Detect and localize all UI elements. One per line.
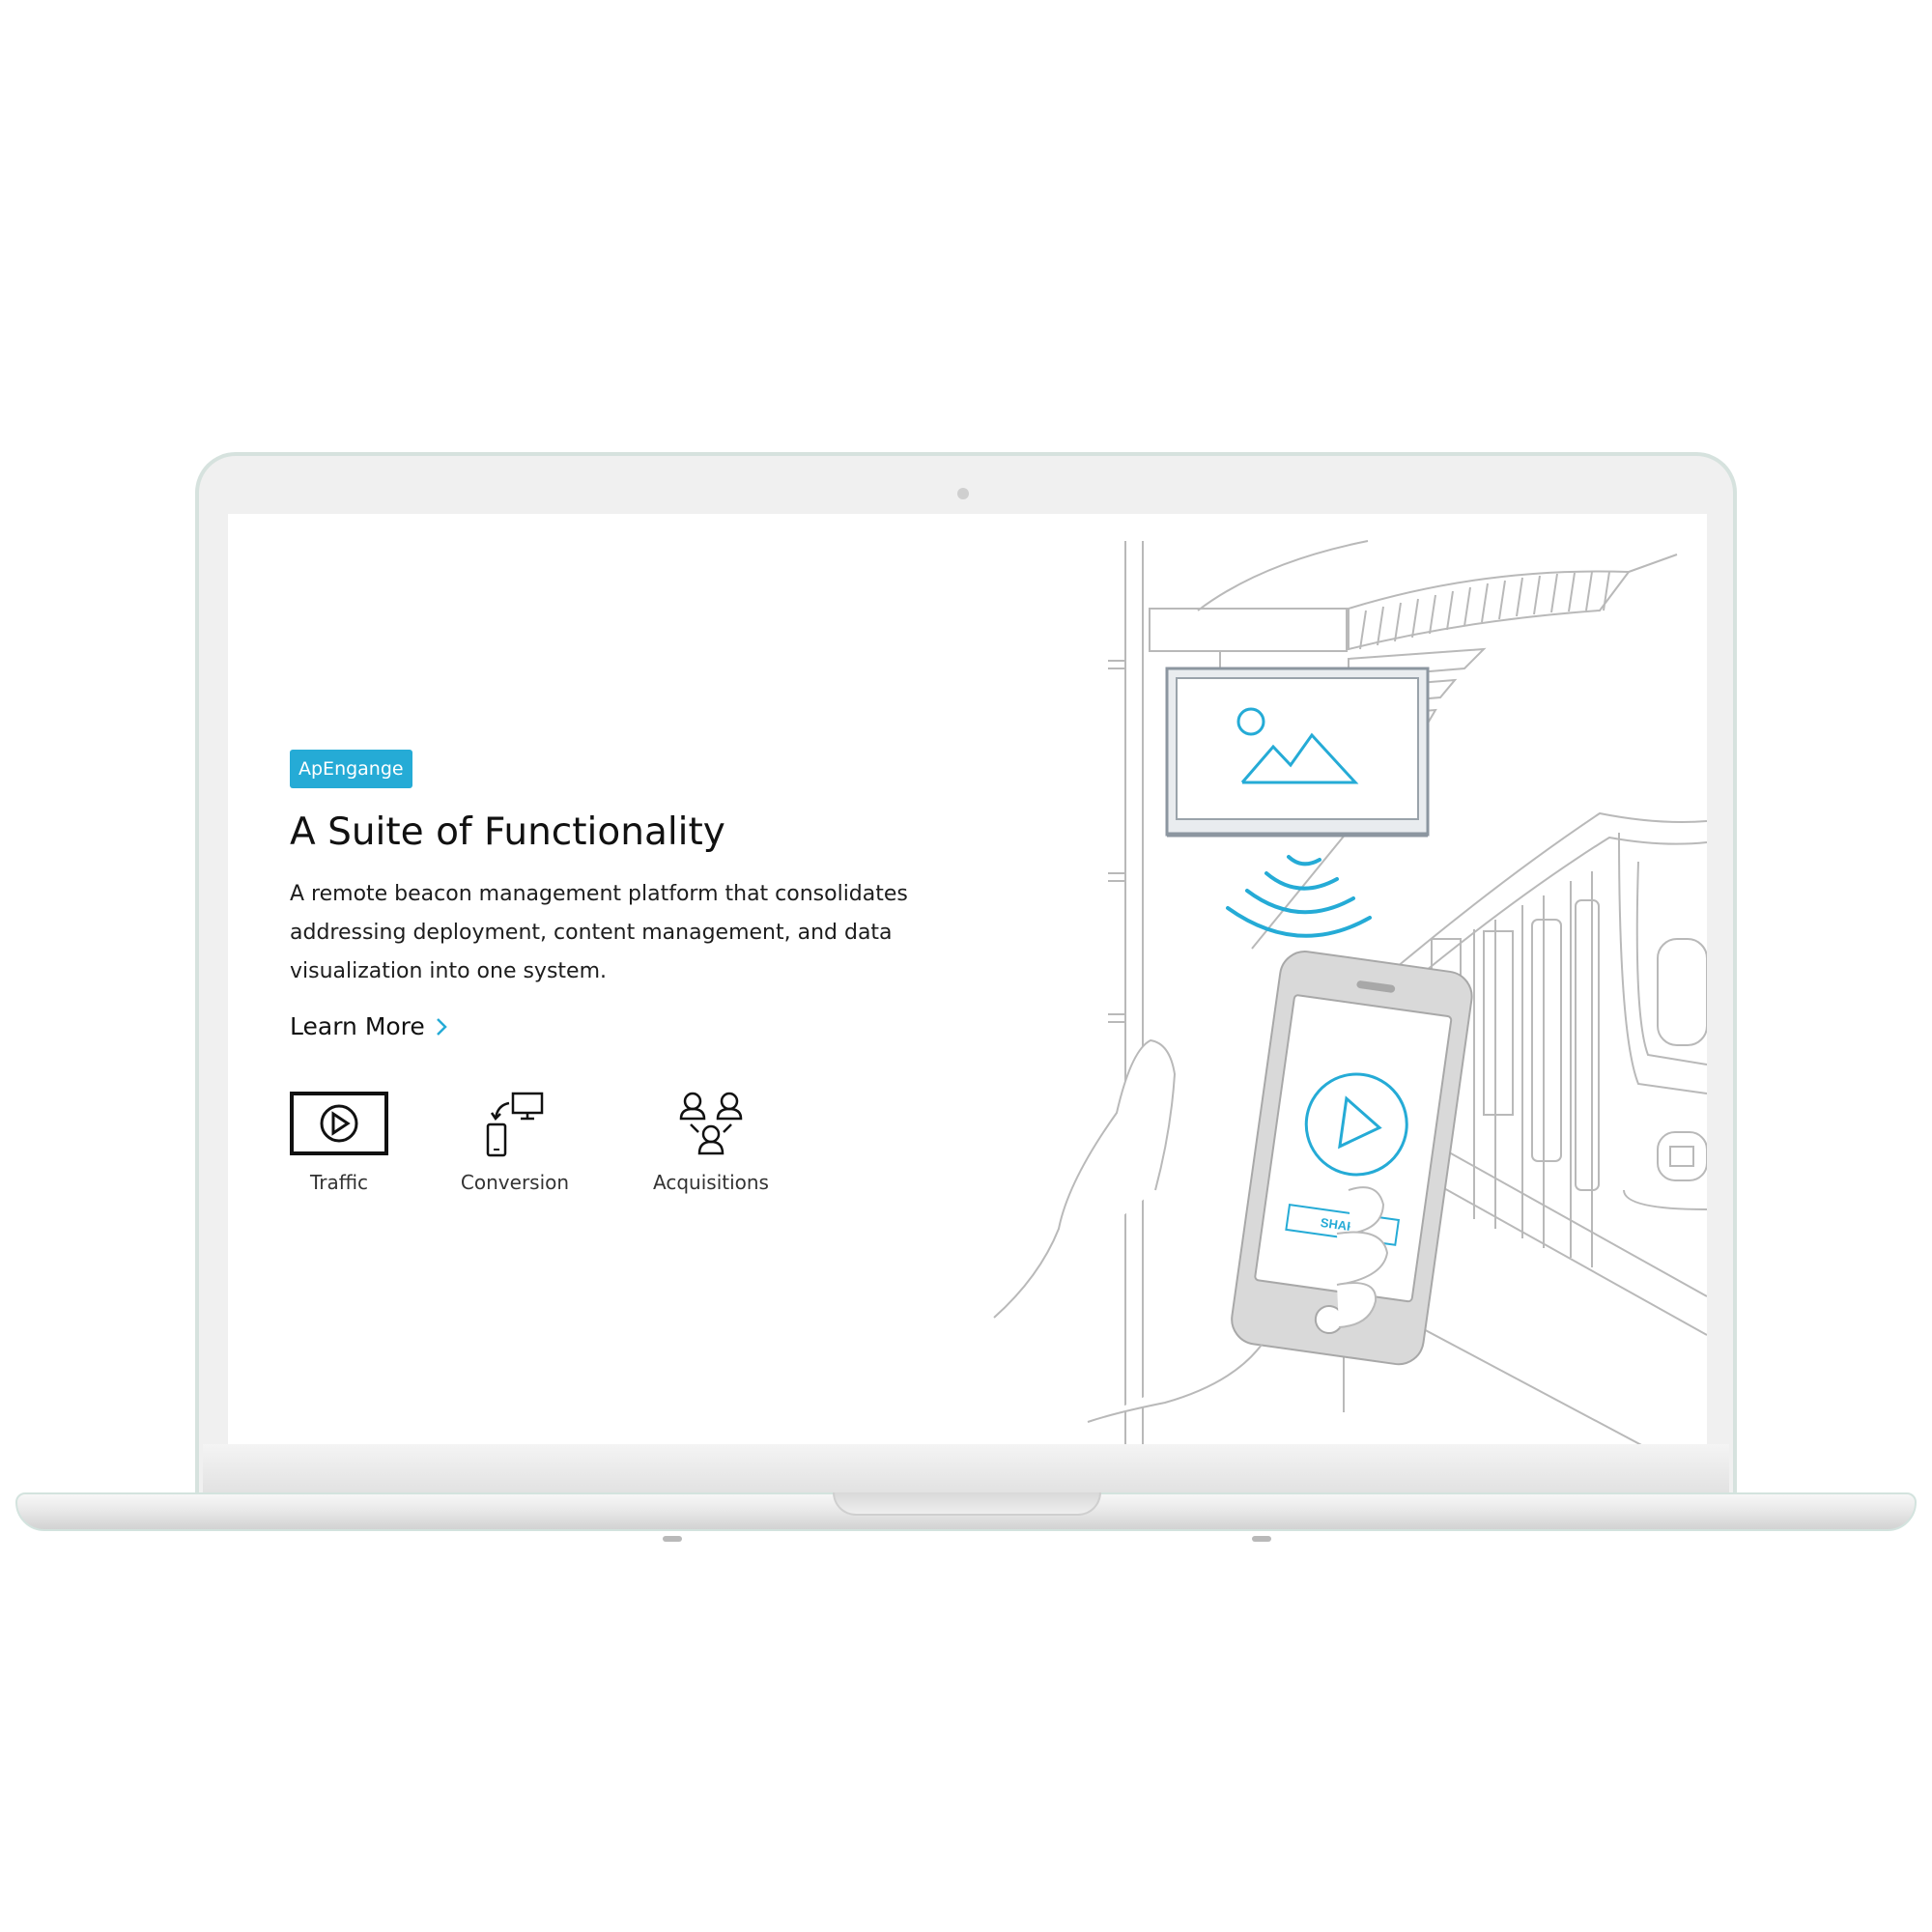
product-badge: ApEngange	[290, 750, 412, 788]
feature-label: Acquisitions	[653, 1171, 769, 1194]
laptop-foot	[1252, 1536, 1271, 1542]
laptop-bezel-bottom	[203, 1444, 1729, 1492]
page-title: A Suite of Functionality	[290, 810, 725, 854]
play-screen-icon	[290, 1092, 388, 1155]
laptop-screen: SHARE ApEngange A Suite of Functionality…	[228, 514, 1707, 1444]
feature-acquisitions: Acquisitions	[643, 1088, 779, 1194]
feature-traffic: Traffic	[290, 1088, 388, 1194]
laptop-hinge-notch	[833, 1492, 1101, 1516]
users-network-icon	[679, 1092, 743, 1155]
feature-label: Conversion	[460, 1171, 570, 1194]
webcam-icon	[957, 488, 969, 499]
laptop-foot	[663, 1536, 682, 1542]
feature-label: Traffic	[309, 1171, 369, 1194]
chevron-right-icon	[436, 1017, 447, 1036]
feature-conversion: Conversion	[457, 1088, 573, 1194]
device-sync-icon	[486, 1092, 544, 1157]
hero-description: A remote beacon management platform that…	[290, 882, 908, 983]
laptop-mockup: SHARE ApEngange A Suite of Functionality…	[0, 0, 1932, 1932]
learn-more-label: Learn More	[290, 1012, 425, 1040]
learn-more-link[interactable]: Learn More	[290, 1012, 448, 1040]
